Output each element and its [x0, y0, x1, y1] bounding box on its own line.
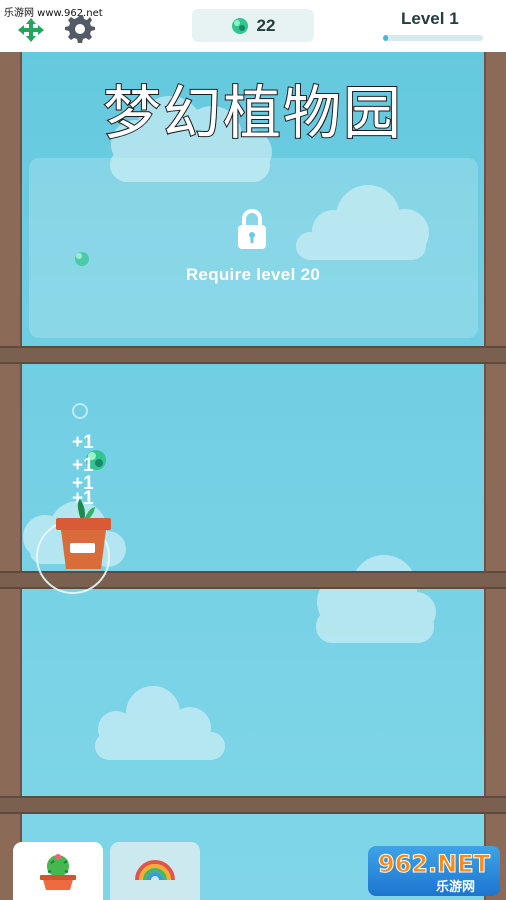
- left-wood-post: [0, 52, 22, 900]
- level-progress-fill: [383, 35, 388, 41]
- cactus-pot-icon: [40, 854, 76, 890]
- plus-one-label: +1: [72, 432, 94, 453]
- game-scene: 梦幻植物园 Require level 20 +1 +1 +1 +1: [0, 52, 506, 900]
- green-gem-icon: [231, 17, 248, 34]
- watermark-site: 乐游网: [436, 880, 476, 895]
- lock-icon: [238, 209, 266, 249]
- top-bar: 乐游网 www.962.net 22 Level 1: [0, 0, 506, 52]
- watermark-logo: 962.NET 乐游网: [368, 846, 500, 896]
- small-green-gem-icon: [75, 252, 89, 266]
- shelf-lower: [0, 796, 506, 814]
- decoration-tab[interactable]: [110, 842, 200, 900]
- level-progress-bar: [383, 35, 483, 41]
- move-arrows-icon[interactable]: [14, 16, 48, 44]
- level-label: Level 1: [401, 9, 459, 28]
- gem-counter: 22: [192, 9, 314, 42]
- potted-plant[interactable]: [52, 496, 116, 574]
- gem-count: 22: [256, 15, 276, 35]
- bubble-icon: [72, 403, 88, 419]
- shelf-upper: [0, 346, 506, 364]
- rainbow-icon: [135, 860, 175, 881]
- watermark-brand: 962.NET: [377, 850, 491, 879]
- gear-icon[interactable]: [64, 12, 96, 44]
- right-wood-post: [484, 52, 506, 900]
- locked-requirement-text: Require level 20: [185, 265, 321, 284]
- plant-tab[interactable]: [13, 842, 103, 900]
- game-title: 梦幻植物园: [102, 78, 403, 148]
